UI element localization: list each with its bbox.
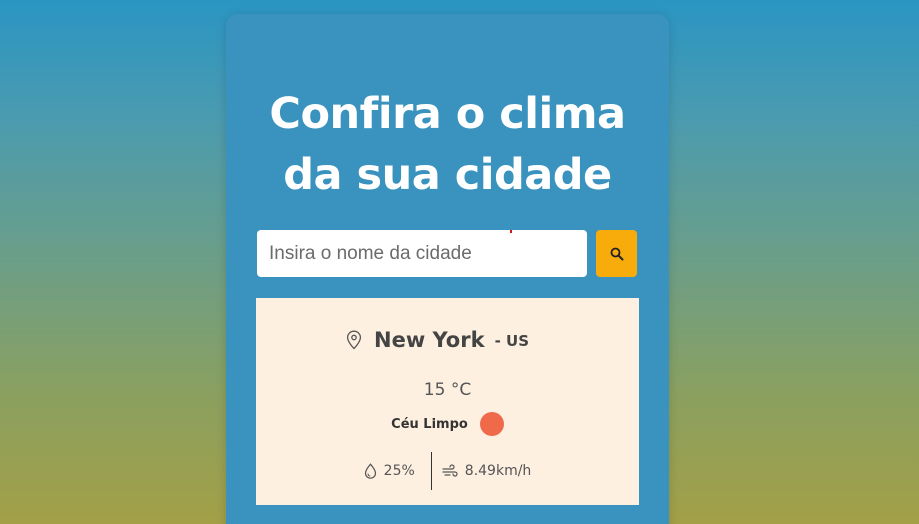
map-pin-icon [346, 330, 362, 350]
city-search-input[interactable] [257, 230, 587, 277]
sun-icon [479, 412, 504, 436]
wind-icon [442, 464, 458, 477]
cursor-marker [510, 230, 512, 233]
title-line-1: Confira o clima [269, 89, 626, 139]
search-button[interactable] [596, 230, 637, 277]
humidity-detail: 25% [364, 463, 415, 479]
details-row: 25% 8.49km/h [256, 452, 639, 490]
location-row: New York - US [256, 328, 639, 352]
weather-card: Confira o clima da sua cidade New York -… [226, 14, 669, 524]
temperature-value: 15 °C [423, 380, 472, 400]
humidity-value: 25% [383, 463, 415, 479]
droplet-icon [364, 463, 376, 479]
page-title: Confira o clima da sua cidade [226, 84, 669, 206]
country-code: - US [494, 332, 529, 350]
city-name: New York [374, 328, 485, 352]
condition-row: Céu Limpo [256, 412, 639, 436]
weather-description: Céu Limpo [391, 416, 468, 432]
title-line-2: da sua cidade [283, 150, 612, 200]
weather-result-panel: New York - US 15 °C Céu Limpo 25% 8.49km… [256, 298, 639, 505]
divider [430, 452, 432, 490]
search-icon [610, 247, 623, 260]
wind-detail: 8.49km/h [442, 463, 532, 479]
wind-speed-value: 8.49km/h [464, 463, 532, 479]
